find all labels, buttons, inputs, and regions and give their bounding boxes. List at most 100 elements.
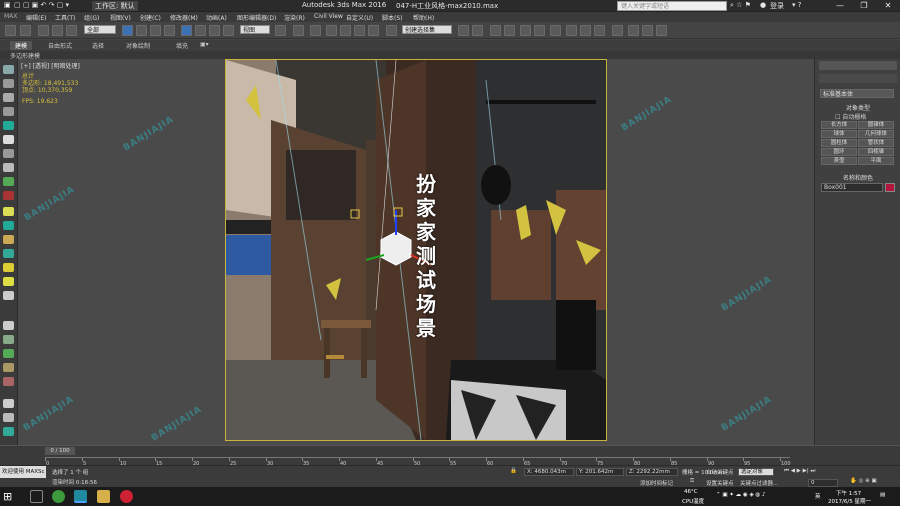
tube-icon[interactable] (3, 221, 14, 230)
reference-coordsys-dropdown[interactable]: 视图 (240, 25, 270, 34)
viewport-area[interactable]: [+] [透视] [明暗处理] 总计 多边形: 18,491,533 顶点: 1… (18, 59, 814, 445)
clock-time[interactable]: 下午 1:57 (836, 489, 861, 497)
playback-controls[interactable]: ⏮ ◀ ▶ ▶| ⏭ (784, 468, 815, 475)
create-category-icons[interactable] (819, 74, 897, 83)
menu-edit[interactable]: 编辑(E) (26, 13, 46, 22)
layer-manager-icon[interactable] (490, 25, 501, 36)
menu-scripting[interactable]: 脚本(S) (382, 13, 403, 22)
sun-icon[interactable] (3, 263, 14, 272)
box-button[interactable]: 长方体 (821, 121, 857, 129)
undo-icon[interactable] (5, 25, 16, 36)
select-by-name-icon[interactable] (136, 25, 147, 36)
cylinder-button[interactable]: 圆柱体 (821, 139, 857, 147)
windows-start-icon[interactable]: ⊞ (3, 490, 16, 503)
leaf-icon[interactable] (3, 177, 14, 186)
object-color-swatch[interactable] (885, 183, 895, 192)
select-rotate-icon[interactable] (195, 25, 206, 36)
redo-icon[interactable] (20, 25, 31, 36)
render-production-icon[interactable] (594, 25, 605, 36)
geosphere-button[interactable]: 几何球体 (858, 130, 894, 138)
render-icon[interactable] (3, 399, 14, 408)
x-coordinate[interactable]: X: 4680.043m (524, 468, 574, 476)
ball-icon[interactable] (3, 291, 14, 300)
named-selection-dropdown[interactable]: 创建选择集 (402, 25, 452, 34)
teapot-icon[interactable] (3, 121, 14, 130)
max-logo-icon[interactable]: MAX (4, 13, 17, 20)
z-coordinate[interactable]: Z: 2292.22mm (626, 468, 678, 476)
unlink-icon[interactable] (52, 25, 63, 36)
lock-icon[interactable]: 🔒 (510, 468, 517, 474)
add-time-tag[interactable]: 添加时间标记 (640, 479, 673, 487)
box-icon[interactable] (3, 249, 14, 258)
frame-input[interactable]: 0 (808, 479, 838, 487)
minimize-button[interactable]: — (828, 0, 852, 12)
rect-selection-icon[interactable] (150, 25, 161, 36)
name-color-header[interactable]: 名称和颜色 (815, 173, 900, 182)
workspace-dropdown[interactable]: 工作区: 默认 (92, 1, 138, 11)
edit-named-sets-icon[interactable] (386, 25, 397, 36)
tray-icons[interactable]: ⌃ ▣ ✦ ☁ ◉ ◈ ◍ ♪ (716, 492, 766, 498)
tab-object-paint[interactable]: 对象绘制 (126, 41, 150, 50)
3dsmax-taskbar-icon[interactable] (74, 490, 87, 503)
menu-tools[interactable]: 工具(T) (55, 13, 75, 22)
menu-animation[interactable]: 动画(A) (206, 13, 227, 22)
login-button[interactable]: 登录 (770, 1, 784, 11)
layers-icon[interactable] (3, 79, 14, 88)
tab-populate[interactable]: 填充 (176, 41, 188, 50)
star-icon[interactable] (3, 277, 14, 286)
percent-snap-icon[interactable] (354, 25, 365, 36)
render-setup-icon[interactable] (566, 25, 577, 36)
setkey-button[interactable]: 设置关键点 (706, 479, 734, 487)
bind-spacewarp-icon[interactable] (66, 25, 77, 36)
keyboard-shortcut-icon[interactable] (310, 25, 321, 36)
tab-selection[interactable]: 选择 (92, 41, 104, 50)
extra-tool-icon[interactable] (642, 25, 653, 36)
particle-icon[interactable] (3, 377, 14, 386)
viewport-label[interactable]: [+] [透视] [明暗处理] (21, 61, 80, 70)
maxscript-listener[interactable]: 欢迎使用 MAXSc (0, 466, 46, 478)
biped-icon[interactable] (3, 363, 14, 372)
camera-icon[interactable] (3, 149, 14, 158)
menu-group[interactable]: 组(G) (84, 13, 99, 22)
list-icon[interactable] (3, 93, 14, 102)
cone-button[interactable]: 圆锥体 (858, 121, 894, 129)
sphere-icon[interactable] (3, 207, 14, 216)
search-icon[interactable]: ⌕ ☆ ⚑ (730, 1, 751, 10)
torus-button[interactable]: 圆环 (821, 148, 857, 156)
menu-graph-editors[interactable]: 图形编辑器(D) (237, 13, 276, 22)
object-name-input[interactable]: Box001 (821, 183, 883, 192)
spinner-snap-icon[interactable] (368, 25, 379, 36)
navigation-icons[interactable]: ✋ ◎ ⊕ ▣ (850, 478, 877, 484)
shape-icon[interactable] (3, 191, 14, 200)
y-coordinate[interactable]: Y: 201.642m (576, 468, 624, 476)
autokey-button[interactable]: 自动关键点 (706, 468, 734, 476)
close-button[interactable]: ✕ (876, 0, 900, 12)
tab-modeling[interactable]: 建模 (10, 41, 33, 50)
key-mode-dropdown[interactable]: 选定对象 (738, 468, 774, 476)
a360-render-icon[interactable] (612, 25, 623, 36)
key-filters-button[interactable]: 关键点过滤器... (740, 479, 778, 487)
link-icon[interactable] (38, 25, 49, 36)
material-editor-icon[interactable] (550, 25, 561, 36)
system-icon[interactable] (3, 349, 14, 358)
menu-views[interactable]: 视图(V) (110, 13, 131, 22)
object-type-header[interactable]: 对象类型 (815, 103, 900, 112)
extra-tool-icon[interactable] (628, 25, 639, 36)
menu-modifiers[interactable]: 修改器(M) (170, 13, 198, 22)
app-icon[interactable] (120, 490, 133, 503)
place-icon[interactable] (223, 25, 234, 36)
notification-icon[interactable]: ▤ (880, 492, 885, 498)
settings-icon[interactable] (3, 413, 14, 422)
menu-create[interactable]: 创建(C) (140, 13, 161, 22)
time-slider[interactable]: 0 / 100 (45, 447, 75, 455)
select-manipulate-icon[interactable] (293, 25, 304, 36)
autogrid-checkbox[interactable]: ☐ 自动栅格 (835, 112, 866, 121)
browser-icon[interactable] (52, 490, 65, 503)
menu-help[interactable]: 帮助(H) (413, 13, 434, 22)
select-move-icon[interactable] (181, 25, 192, 36)
quick-access-toolbar[interactable]: ▢ ▢ ▣ ↶ ↷ ▢ ▾ (14, 1, 69, 9)
tab-freeform[interactable]: 自由形式 (48, 41, 72, 50)
restore-button[interactable]: ❐ (852, 0, 876, 12)
menu-civil-view[interactable]: Civil View (314, 13, 343, 20)
tube-button[interactable]: 管状体 (858, 139, 894, 147)
